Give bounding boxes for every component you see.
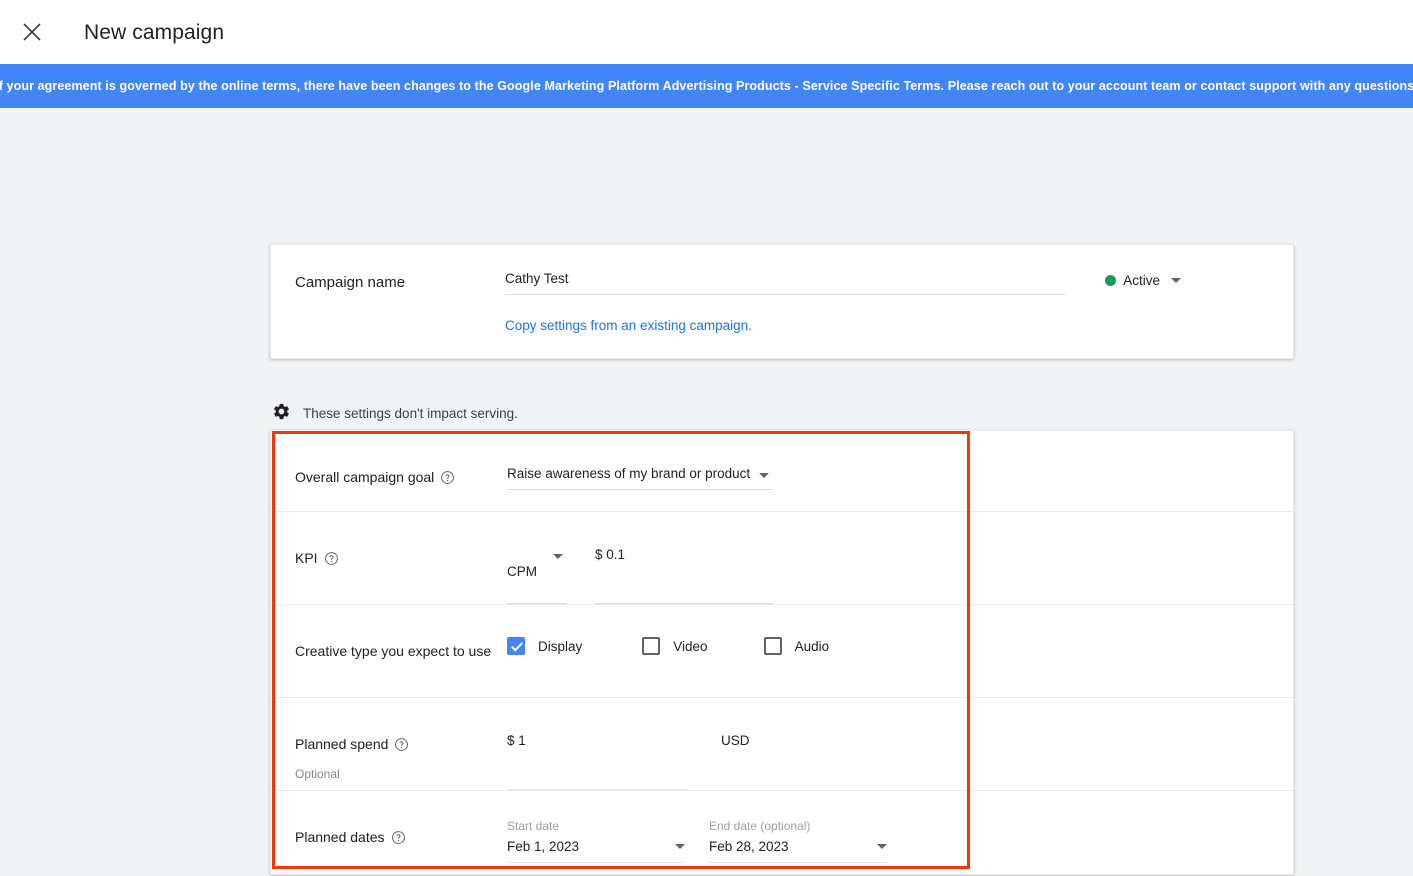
kpi-value-input[interactable]: $ 0.1	[595, 547, 773, 604]
start-date-picker[interactable]: Feb 1, 2023	[507, 839, 685, 863]
checkbox-display-box[interactable]	[507, 637, 525, 655]
row-overall-campaign-goal: Overall campaign goal Raise awareness of…	[271, 431, 1293, 512]
help-circle-icon[interactable]	[394, 737, 409, 752]
help-circle-icon[interactable]	[440, 470, 455, 485]
creative-type-checkbox-group: Display Video Audio	[507, 637, 1269, 655]
top-app-bar: New campaign	[0, 0, 1413, 64]
overall-goal-select[interactable]: Raise awareness of my brand or product	[507, 466, 773, 490]
planned-dates-label-text: Planned dates	[295, 829, 385, 845]
kpi-label-text: KPI	[295, 550, 318, 566]
overall-goal-field-column: Raise awareness of my brand or product	[507, 457, 1269, 511]
kpi-type-value: CPM	[507, 563, 537, 579]
end-date-field: End date (optional) Feb 28, 2023	[709, 819, 887, 876]
help-circle-icon[interactable]	[391, 830, 406, 845]
chevron-down-icon	[877, 844, 887, 849]
campaign-name-card: Campaign name Cathy Test Copy settings f…	[270, 244, 1294, 359]
chevron-down-icon	[553, 554, 563, 559]
chevron-down-icon	[1171, 278, 1181, 283]
kpi-type-select[interactable]: CPM	[507, 547, 567, 604]
row-planned-dates: Planned dates Start date Feb 1, 2023 End…	[271, 791, 1293, 876]
end-date-caption: End date (optional)	[709, 819, 811, 833]
campaign-name-input[interactable]: Cathy Test	[505, 271, 1065, 295]
planned-dates-label: Planned dates	[295, 817, 507, 876]
status-label: Active	[1123, 273, 1160, 288]
start-date-value: Feb 1, 2023	[507, 839, 580, 854]
row-creative-type: Creative type you expect to use Display …	[271, 605, 1293, 698]
checkbox-audio[interactable]: Audio	[763, 637, 830, 655]
planned-spend-input[interactable]: $ 1	[507, 733, 687, 790]
kpi-field-column: CPM $ 0.1	[507, 538, 1269, 604]
start-date-field: Start date Feb 1, 2023	[507, 819, 685, 876]
overall-goal-value: Raise awareness of my brand or product	[507, 466, 751, 481]
status-dot-icon	[1105, 275, 1117, 286]
campaign-name-row: Campaign name Cathy Test Copy settings f…	[271, 245, 1293, 335]
copy-settings-link[interactable]: Copy settings from an existing campaign.	[505, 318, 752, 333]
help-circle-icon[interactable]	[324, 551, 339, 566]
kpi-label: KPI	[295, 538, 507, 604]
planned-spend-currency: USD	[721, 733, 750, 748]
banner-text: If your agreement is governed by the onl…	[0, 79, 1413, 93]
checkbox-video-box[interactable]	[642, 637, 661, 655]
content-area: Campaign name Cathy Test Copy settings f…	[0, 108, 1413, 875]
close-icon[interactable]	[12, 12, 52, 52]
chevron-down-icon	[759, 473, 769, 478]
checkbox-display[interactable]: Display	[507, 637, 582, 655]
row-planned-spend: Planned spend Optional $ 1 USD	[271, 698, 1293, 791]
row-kpi: KPI CPM $ 0.1	[271, 512, 1293, 605]
checkbox-audio-label: Audio	[794, 638, 830, 654]
gear-icon	[272, 402, 291, 424]
planned-spend-label: Planned spend Optional	[295, 724, 507, 790]
campaign-name-label: Campaign name	[295, 274, 406, 291]
checkbox-display-label: Display	[538, 638, 583, 654]
status-selector[interactable]: Active	[1105, 273, 1181, 288]
chevron-down-icon	[675, 844, 685, 849]
planned-dates-field-column: Start date Feb 1, 2023 End date (optiona…	[507, 819, 1269, 876]
end-date-picker[interactable]: Feb 28, 2023	[709, 839, 887, 863]
overall-goal-label-text: Overall campaign goal	[295, 469, 435, 485]
settings-note: These settings don't impact serving.	[272, 402, 518, 424]
end-date-value: Feb 28, 2023	[709, 839, 789, 854]
start-date-caption: Start date	[507, 819, 560, 833]
creative-type-label: Creative type you expect to use	[295, 643, 492, 659]
planned-spend-field-column: $ 1 USD	[507, 724, 1269, 790]
campaign-settings-card: Overall campaign goal Raise awareness of…	[270, 430, 1294, 875]
checkbox-video-label: Video	[673, 638, 708, 654]
settings-note-text: These settings don't impact serving.	[303, 405, 518, 421]
planned-spend-label-text: Planned spend	[295, 736, 389, 752]
creative-type-field-column: Display Video Audio	[507, 631, 1269, 697]
terms-notice-banner: If your agreement is governed by the onl…	[0, 64, 1413, 108]
overall-goal-label: Overall campaign goal	[295, 457, 507, 511]
checkbox-audio-box[interactable]	[763, 637, 782, 655]
page-title: New campaign	[84, 20, 225, 44]
checkbox-video[interactable]: Video	[642, 637, 708, 655]
